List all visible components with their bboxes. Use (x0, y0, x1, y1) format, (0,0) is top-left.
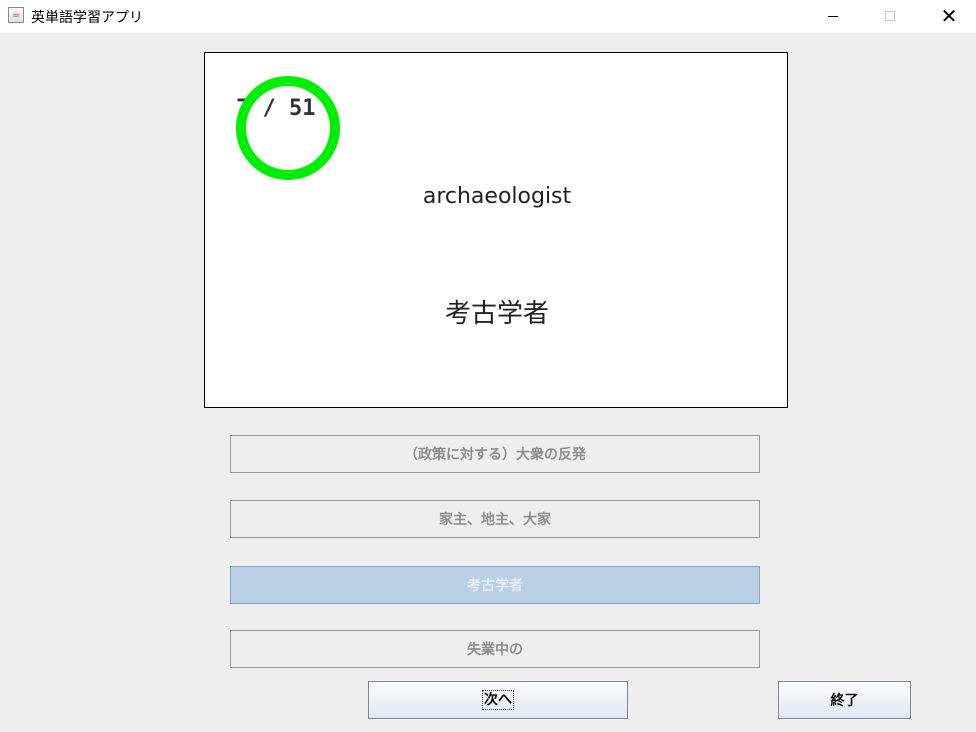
close-button[interactable]: ✕ (926, 0, 972, 32)
flashcard-panel: 7 / 51 archaeologist 考古学者 (204, 52, 788, 408)
english-word: archaeologist (422, 184, 572, 209)
maximize-icon (885, 11, 895, 21)
quit-button[interactable]: 終了 (778, 681, 911, 719)
correct-answer-circle-icon (236, 76, 340, 180)
window-title: 英単語学習アプリ (31, 10, 143, 26)
java-app-icon: ☕ (8, 7, 24, 23)
choice-button-1[interactable]: （政策に対する）大衆の反発 (230, 435, 760, 473)
minimize-button[interactable] (810, 0, 856, 32)
quit-button-label: 終了 (830, 693, 859, 709)
choice-button-4[interactable]: 失業中の (230, 630, 760, 668)
close-icon: ✕ (940, 4, 958, 28)
choice-label: 家主、地主、大家 (439, 512, 551, 528)
next-button-label: 次へ (482, 690, 514, 710)
choice-label: 失業中の (467, 642, 523, 658)
maximize-button[interactable] (867, 0, 913, 32)
choice-label: （政策に対する）大衆の反発 (404, 447, 586, 463)
minimize-icon (828, 15, 838, 17)
title-bar: ☕ 英単語学習アプリ ✕ (0, 0, 976, 33)
choice-button-2[interactable]: 家主、地主、大家 (230, 500, 760, 538)
choice-label: 考古学者 (467, 578, 523, 594)
japanese-meaning: 考古学者 (444, 299, 549, 329)
choice-button-3[interactable]: 考古学者 (230, 566, 760, 604)
next-button[interactable]: 次へ (368, 681, 628, 719)
